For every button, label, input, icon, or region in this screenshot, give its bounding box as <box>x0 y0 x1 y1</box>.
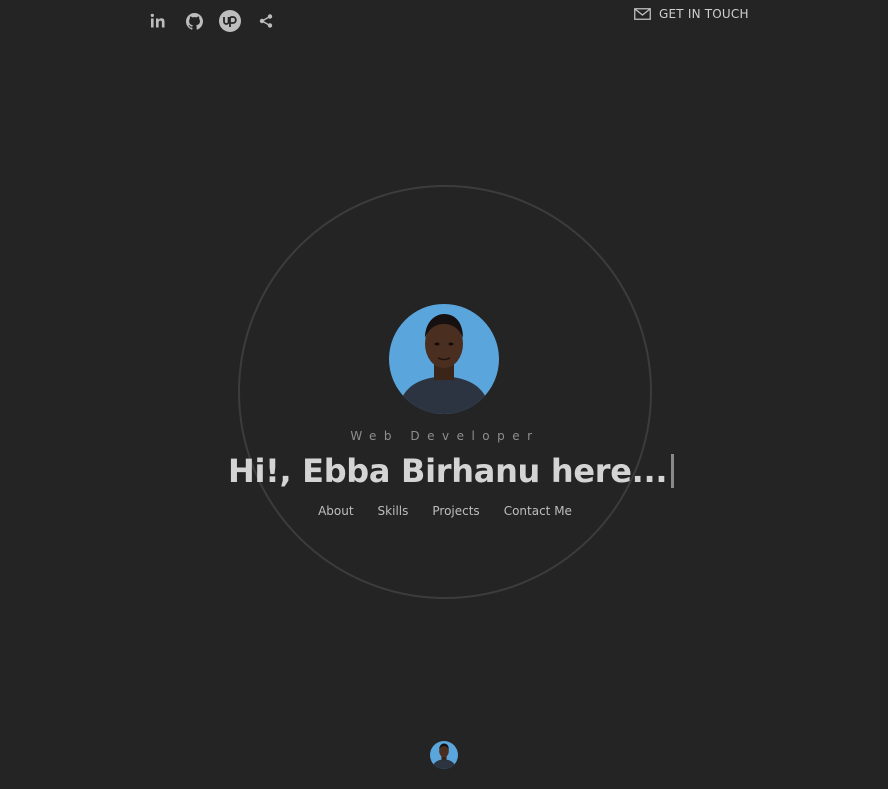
share-icon[interactable] <box>254 8 278 34</box>
nav-projects[interactable]: Projects <box>432 504 479 518</box>
get-in-touch-link[interactable]: GET IN TOUCH <box>634 7 749 21</box>
typing-cursor <box>671 454 675 488</box>
mail-icon <box>634 8 651 20</box>
greeting-heading: Hi!, Ebba Birhanu here... <box>228 452 675 490</box>
social-links <box>146 8 278 34</box>
upwork-icon[interactable] <box>218 8 242 34</box>
nav-about[interactable]: About <box>318 504 353 518</box>
nav-contact-me[interactable]: Contact Me <box>504 504 572 518</box>
linkedin-icon[interactable] <box>146 8 170 34</box>
role-subtitle: Web Developer <box>350 429 540 443</box>
get-in-touch-label: GET IN TOUCH <box>659 7 749 21</box>
page: GET IN TOUCH Web Developer Hi!, Ebba Bir… <box>0 0 888 789</box>
greeting-text: Hi!, Ebba Birhanu here... <box>228 452 668 490</box>
github-icon[interactable] <box>182 8 206 34</box>
nav-skills[interactable]: Skills <box>378 504 409 518</box>
hero-nav: About Skills Projects Contact Me <box>238 504 652 518</box>
scroll-avatar[interactable] <box>430 741 458 769</box>
avatar <box>389 304 499 414</box>
